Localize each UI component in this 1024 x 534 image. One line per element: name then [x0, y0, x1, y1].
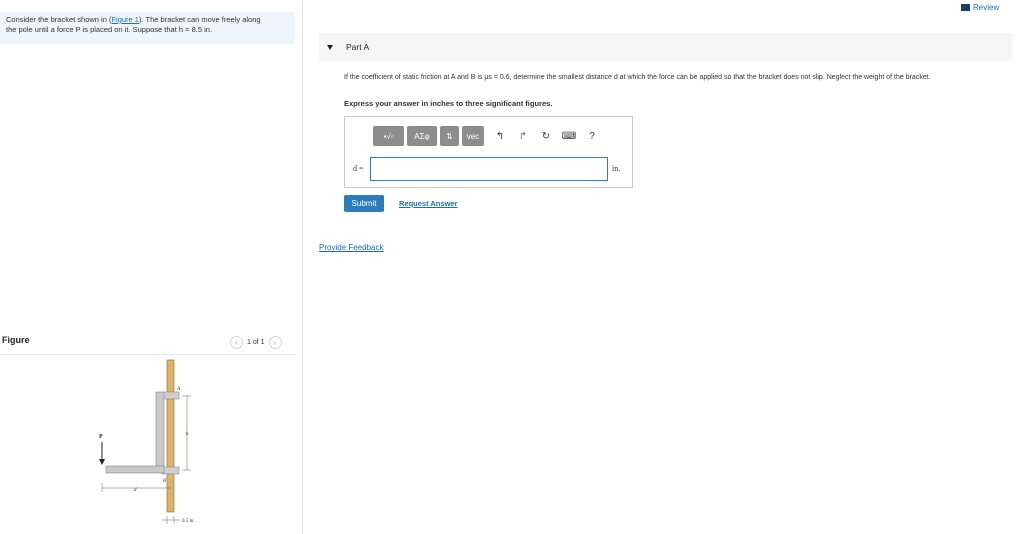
greek-symbols-button[interactable]: ΑΣφ [407, 126, 437, 146]
problem-statement: Consider the bracket shown in (Figure 1)… [0, 12, 295, 44]
review-icon [961, 4, 970, 11]
prev-figure-button[interactable]: ‹ [230, 336, 243, 349]
answer-box: ▪√▫ ΑΣφ ⇅ vec ↰ ↱ ↻ ⌨ ? d = in. [344, 116, 633, 188]
request-answer-link[interactable]: Request Answer [399, 199, 458, 208]
review-link[interactable]: Review [961, 3, 999, 12]
pole [166, 359, 175, 513]
bracket-figure: P A B h d 0.5 in. [99, 359, 195, 524]
figure-divider [0, 354, 295, 355]
label-h: h [186, 432, 189, 437]
answer-input[interactable] [370, 157, 608, 181]
problem-intro: Consider the bracket shown in ( [6, 15, 112, 24]
problem-intro-rest: ). The bracket can move freely along [138, 15, 261, 24]
help-icon[interactable]: ? [582, 126, 602, 146]
figure-page-indicator: 1 of 1 [247, 339, 265, 346]
next-figure-button[interactable]: › [268, 336, 282, 349]
problem-line-1: Consider the bracket shown in (Figure 1)… [6, 15, 289, 25]
arrows-button[interactable]: ⇅ [440, 126, 459, 146]
review-label: Review [973, 3, 1000, 12]
keyboard-icon[interactable]: ⌨ [559, 126, 579, 146]
templates-button[interactable]: ▪√▫ [373, 126, 404, 146]
label-thickness: 0.5 in. [182, 519, 195, 524]
undo-icon[interactable]: ↰ [490, 126, 510, 146]
figure-pager: ‹ 1 of 1 › [230, 336, 282, 349]
label-a: A [176, 387, 181, 392]
answer-label: d = [353, 164, 364, 173]
label-d: d [134, 488, 137, 493]
force-arrow-head [99, 459, 105, 465]
reset-icon[interactable]: ↻ [536, 126, 556, 146]
figure-link[interactable]: Figure 1 [111, 15, 139, 24]
bracket-leg [155, 391, 165, 473]
problem-line-2: the pole until a force P is placed on it… [6, 25, 213, 34]
math-toolbar: ▪√▫ ΑΣφ ⇅ vec ↰ ↱ ↻ ⌨ ? [373, 126, 602, 146]
bracket-arm [105, 465, 165, 474]
collapse-caret-icon[interactable] [327, 44, 333, 50]
left-panel: Consider the bracket shown in (Figure 1)… [0, 0, 303, 534]
part-a-header[interactable]: Part A [319, 33, 1013, 61]
redo-icon[interactable]: ↱ [513, 126, 533, 146]
label-b: B [163, 479, 166, 484]
submit-button[interactable]: Submit [344, 195, 384, 212]
collar-a [161, 391, 180, 400]
figure-title: Figure [2, 335, 30, 345]
answer-unit: in. [612, 164, 621, 173]
provide-feedback-link[interactable]: Provide Feedback [319, 243, 383, 252]
part-title: Part A [346, 42, 370, 52]
question-text: If the coefficient of static friction at… [344, 74, 931, 81]
vector-button[interactable]: vec [462, 126, 484, 146]
answer-instruction: Express your answer in inches to three s… [344, 99, 553, 108]
label-p: P [99, 434, 103, 440]
collar-b [161, 466, 180, 475]
